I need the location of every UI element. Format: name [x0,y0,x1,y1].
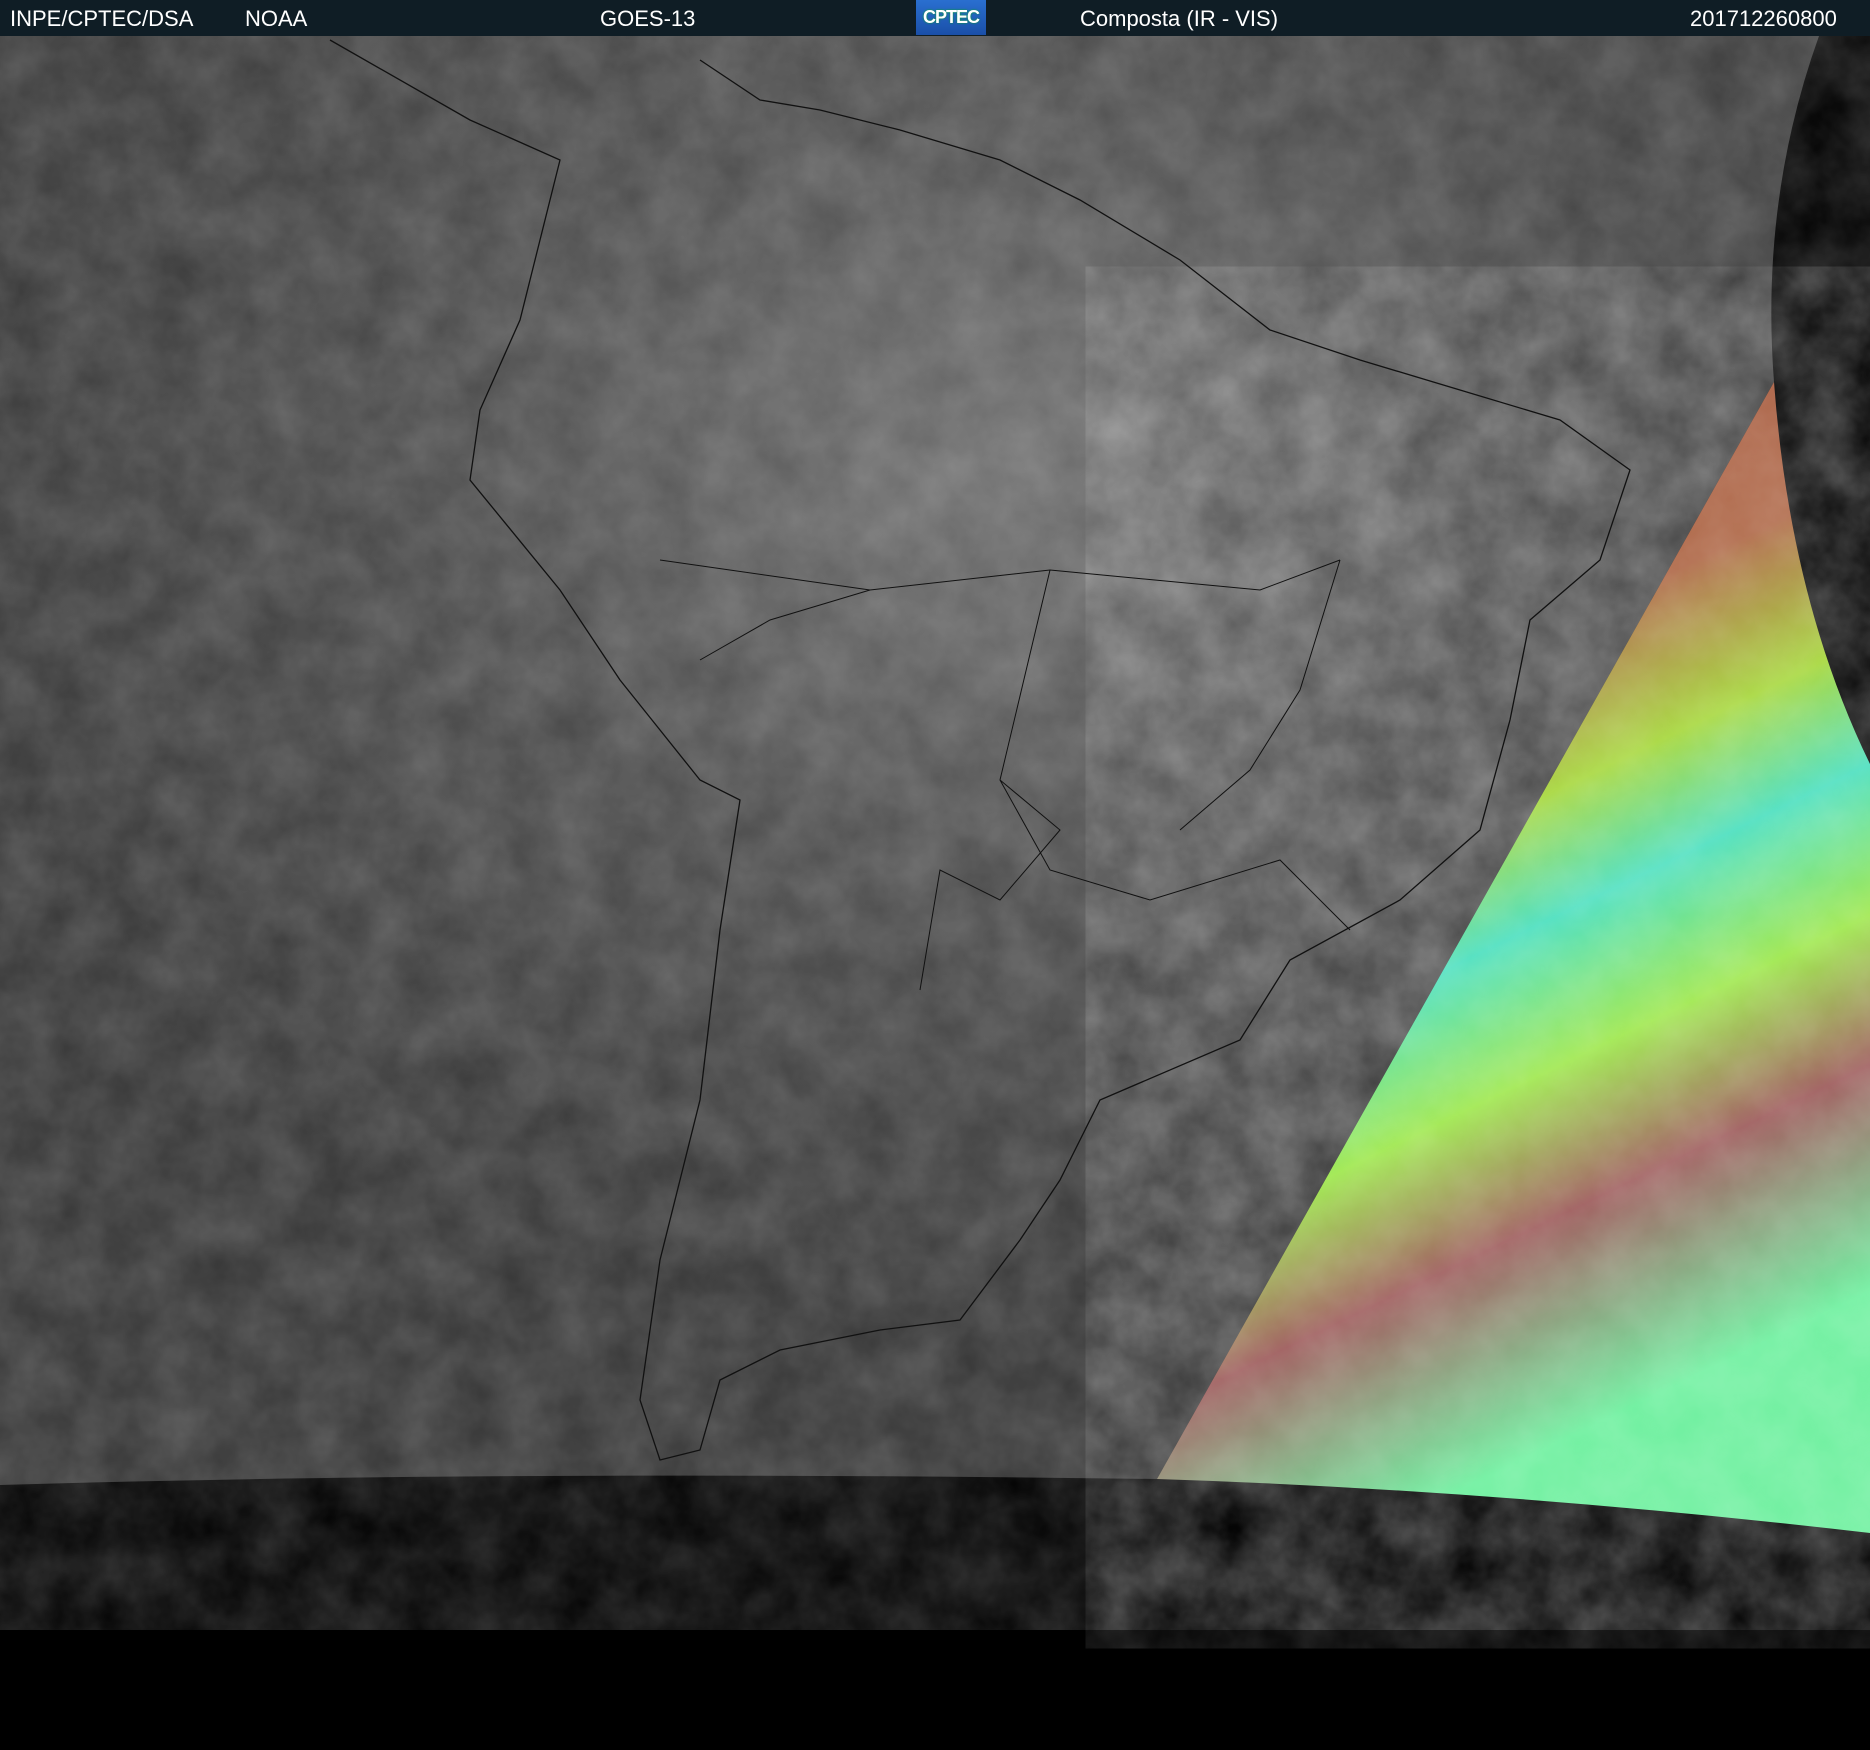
cptec-logo: CPTEC [916,0,986,35]
satellite-image [0,36,1870,1750]
product-label: Composta (IR - VIS) [1080,6,1279,31]
satellite-label: GOES-13 [600,6,696,31]
timestamp-label: 201712260800 [1690,6,1837,31]
agency-label: NOAA [245,6,308,31]
logo-text: CPTEC [922,7,980,27]
org-label: INPE/CPTEC/DSA [10,6,194,31]
image-header: INPE/CPTEC/DSA NOAA GOES-13 CPTEC Compos… [0,0,1870,36]
